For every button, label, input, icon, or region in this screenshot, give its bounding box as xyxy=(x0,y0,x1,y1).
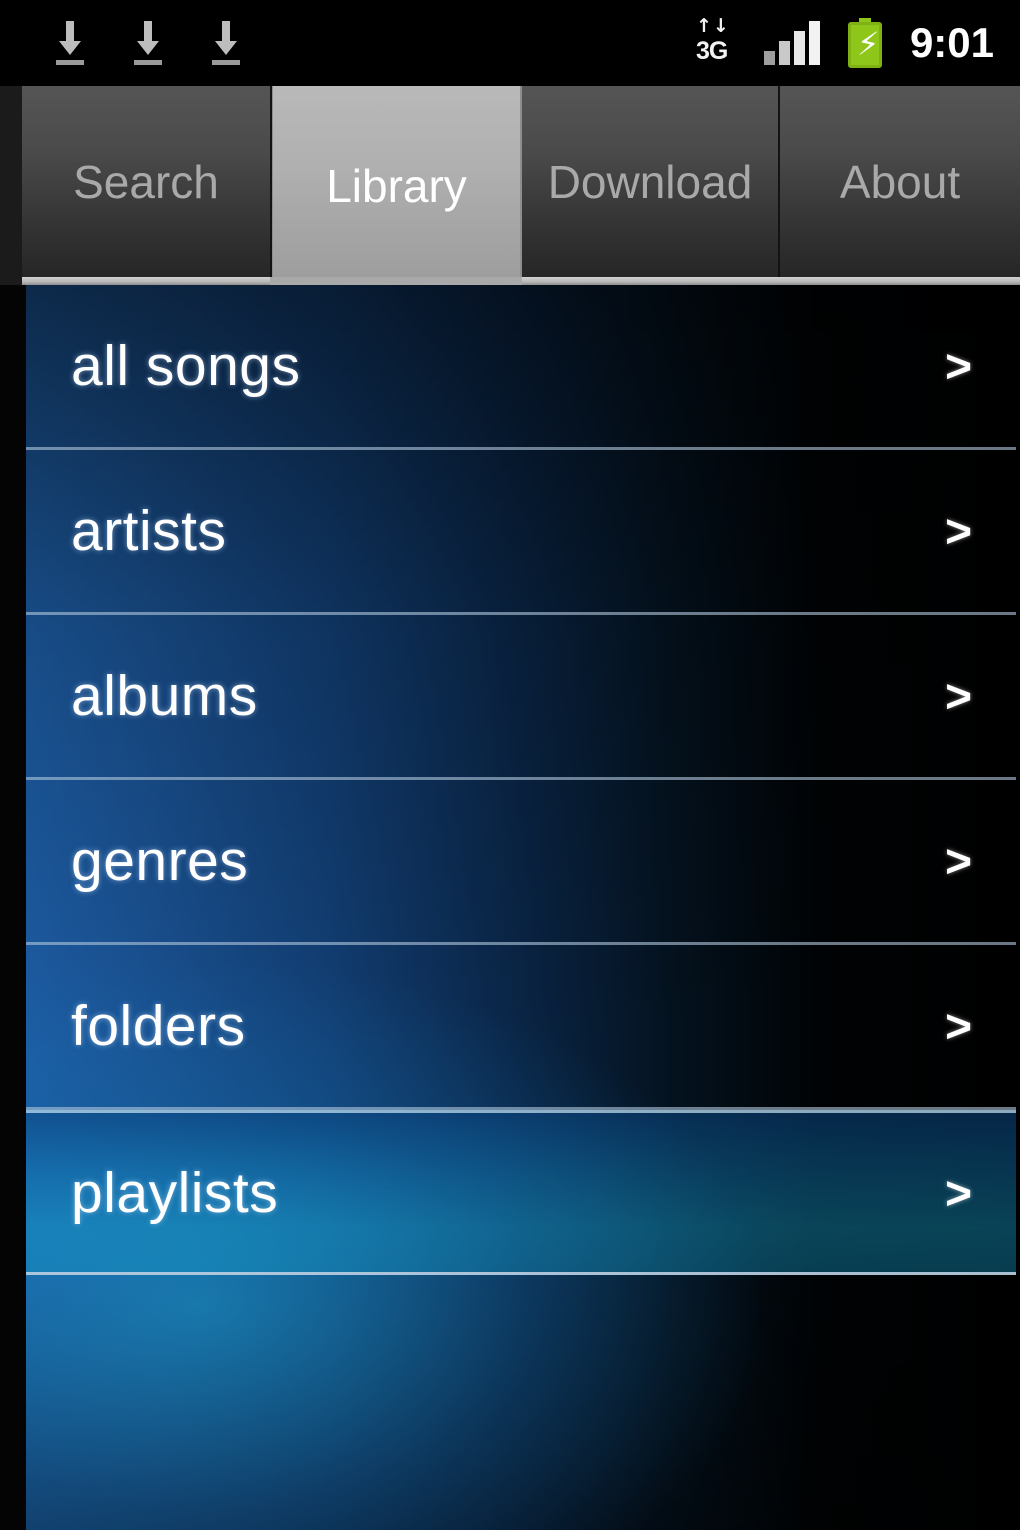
status-bar-indicators: ↑↓ 3G ⚡ 9:01 xyxy=(694,17,994,69)
battery-charging-icon: ⚡ xyxy=(847,18,882,68)
3g-data-arrows: ↑↓ xyxy=(695,15,730,37)
chevron-right-icon: > xyxy=(945,1000,972,1052)
library-list-region: all songs > artists > albums > genres > … xyxy=(0,285,1020,1530)
list-item-all-songs[interactable]: all songs > xyxy=(26,285,1016,450)
list-item-artists[interactable]: artists > xyxy=(26,450,1016,615)
3g-icon: ↑↓ 3G xyxy=(694,17,736,69)
list-item-label: artists xyxy=(71,499,227,563)
chevron-right-icon: > xyxy=(945,505,972,557)
chevron-right-icon: > xyxy=(945,670,972,722)
list-item-genres[interactable]: genres > xyxy=(26,780,1016,945)
list-item-label: genres xyxy=(71,829,249,893)
chevron-right-icon: > xyxy=(945,1166,972,1219)
download-arrow-icon xyxy=(128,19,168,67)
download-arrow-icon xyxy=(50,19,90,67)
status-bar: ↑↓ 3G ⚡ 9:01 xyxy=(0,0,1020,86)
download-arrow-icon xyxy=(206,19,246,67)
tab-bar: Search Library Download About xyxy=(0,86,1020,285)
phone-screen: ↑↓ 3G ⚡ 9:01 Search Library Download Abo… xyxy=(0,0,1020,1530)
chevron-right-icon: > xyxy=(945,835,972,887)
tab-library[interactable]: Library xyxy=(272,86,522,285)
list-item-label: all songs xyxy=(71,334,301,398)
list-empty-area xyxy=(26,1275,1016,1520)
tab-search[interactable]: Search xyxy=(22,86,272,277)
tab-bar-selected-indicator xyxy=(270,277,522,285)
list-item-label: playlists xyxy=(71,1160,279,1225)
charging-bolt-icon: ⚡ xyxy=(856,25,880,63)
tab-library-label: Library xyxy=(326,159,467,212)
status-bar-notifications xyxy=(50,19,246,67)
tab-download[interactable]: Download xyxy=(522,86,780,277)
library-list: all songs > artists > albums > genres > … xyxy=(26,285,1016,1520)
tab-download-label: Download xyxy=(547,155,753,208)
left-edge-bezel xyxy=(0,285,26,1530)
list-item-label: albums xyxy=(71,664,258,728)
list-item-folders[interactable]: folders > xyxy=(26,945,1016,1110)
tab-search-label: Search xyxy=(73,155,219,208)
tab-about-label: About xyxy=(839,155,961,208)
list-item-playlists[interactable]: playlists > xyxy=(26,1110,1016,1275)
signal-bars-icon xyxy=(763,21,820,65)
status-bar-clock: 9:01 xyxy=(909,19,994,66)
list-item-label: folders xyxy=(71,994,246,1058)
right-edge-bezel xyxy=(1016,285,1020,1530)
tab-about[interactable]: About xyxy=(780,86,1020,277)
3g-label: 3G xyxy=(695,37,728,65)
chevron-right-icon: > xyxy=(945,340,972,392)
list-item-albums[interactable]: albums > xyxy=(26,615,1016,780)
